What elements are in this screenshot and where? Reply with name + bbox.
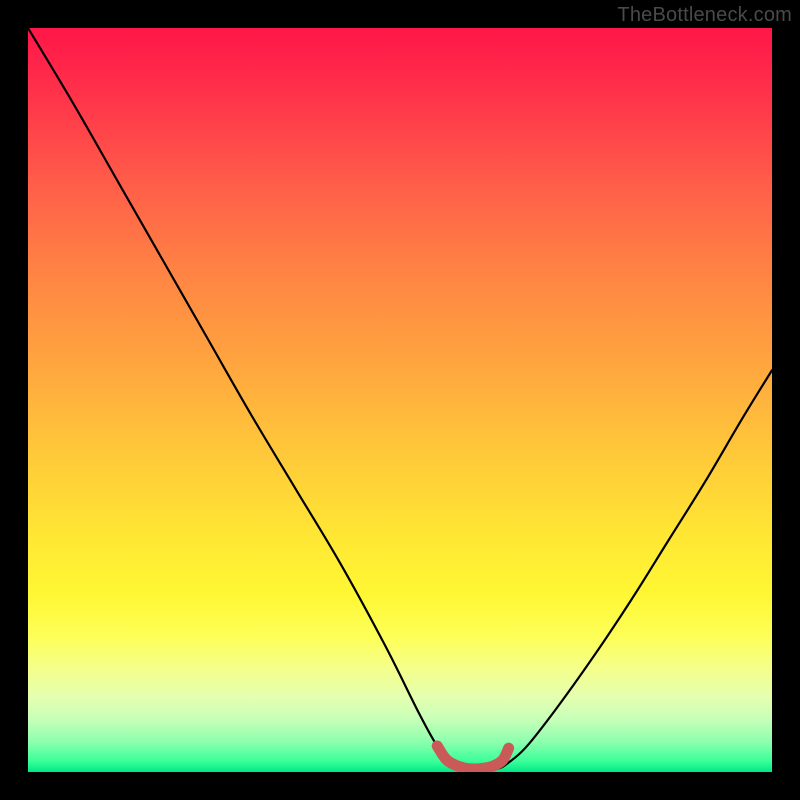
- chart-frame: TheBottleneck.com: [0, 0, 800, 800]
- bottleneck-curve: [28, 28, 772, 770]
- watermark-text: TheBottleneck.com: [617, 4, 792, 27]
- chart-svg-layer: [28, 28, 772, 772]
- chart-plot-area: [28, 28, 772, 772]
- optimal-range-marker: [437, 746, 508, 769]
